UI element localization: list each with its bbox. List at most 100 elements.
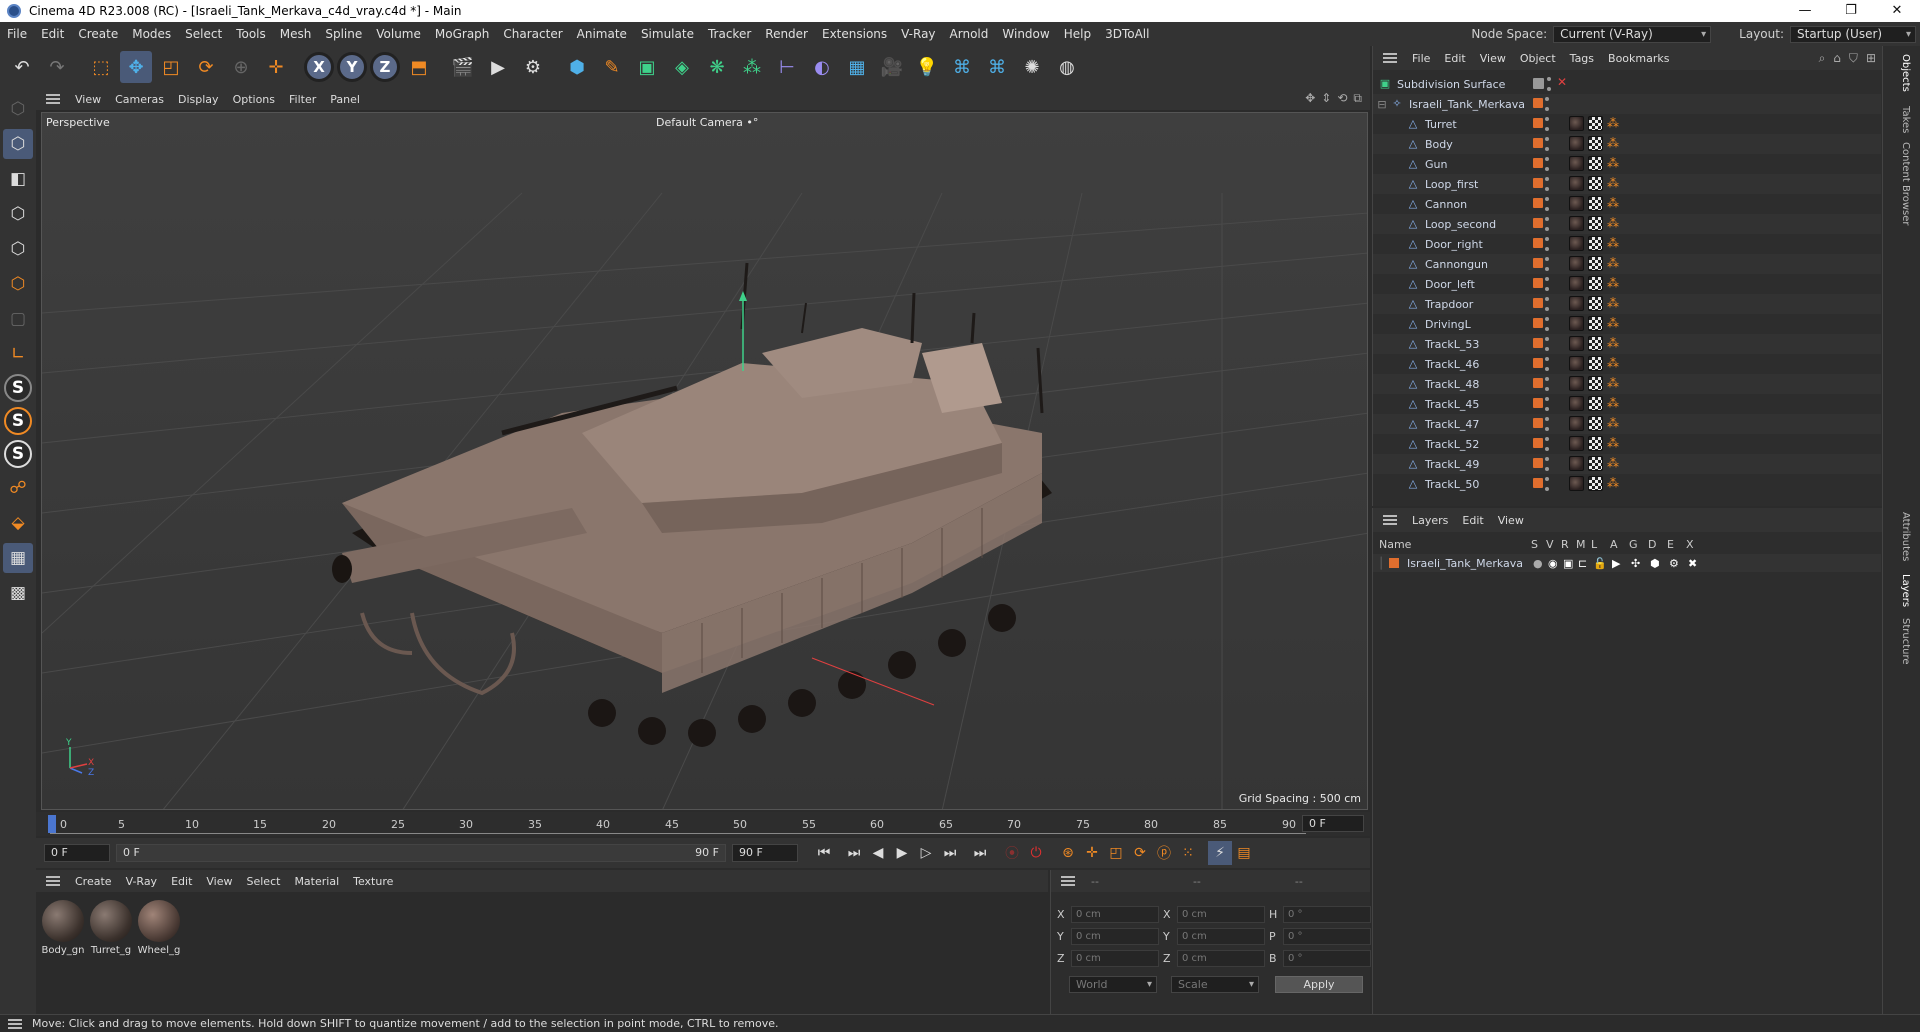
dolly-view-icon[interactable]: ⇕ <box>1321 91 1331 106</box>
end-frame-field[interactable]: 90 F <box>732 844 798 862</box>
viewport-menu-filter[interactable]: Filter <box>282 93 323 106</box>
object-row-subdivision-surface[interactable]: ▣ Subdivision Surface ✕ <box>1373 74 1881 94</box>
layer-color-icon[interactable] <box>1533 158 1543 168</box>
viewport-menu-panel[interactable]: Panel <box>323 93 367 106</box>
layer-color-icon[interactable] <box>1533 238 1543 248</box>
texture-mode-icon[interactable]: ◧ <box>3 164 33 194</box>
menu-tools[interactable]: Tools <box>229 27 273 41</box>
phong-tag-icon[interactable]: ⁂ <box>1607 196 1622 211</box>
uv-mode-icon[interactable]: ▢ <box>3 304 33 334</box>
object-row[interactable]: △ TrackL_53 ⁂ <box>1373 334 1881 354</box>
viewport-menu-options[interactable]: Options <box>226 93 282 106</box>
material-menu-material[interactable]: Material <box>287 875 346 888</box>
menu-mograph[interactable]: MoGraph <box>428 27 497 41</box>
uvw-tag-icon[interactable] <box>1588 256 1603 271</box>
objects-menu-view[interactable]: View <box>1473 52 1513 65</box>
layers-hamburger-icon[interactable] <box>1383 515 1397 525</box>
points-mode-icon[interactable]: ⬡ <box>3 199 33 229</box>
uvw-tag-icon[interactable] <box>1588 216 1603 231</box>
size-z-field[interactable]: 0 cm <box>1177 950 1265 967</box>
z-axis-lock-button[interactable]: Z <box>370 52 400 82</box>
menu-extensions[interactable]: Extensions <box>815 27 894 41</box>
object-row[interactable]: △ Turret ⁂ <box>1373 114 1881 134</box>
material-swatch[interactable]: Body_gn <box>40 900 86 956</box>
layer-expressions-icon[interactable]: ⚙ <box>1669 557 1688 570</box>
layer-color-icon[interactable] <box>1533 198 1543 208</box>
tab-content-browser[interactable]: Content Browser <box>1900 142 1911 225</box>
camera-object-icon[interactable]: 🎥 <box>876 51 908 83</box>
material-tag-icon[interactable] <box>1569 276 1584 291</box>
x-axis-lock-button[interactable]: X <box>304 52 334 82</box>
object-row[interactable]: △ TrackL_48 ⁂ <box>1373 374 1881 394</box>
layer-color-icon[interactable] <box>1389 558 1399 568</box>
material-tag-icon[interactable] <box>1569 456 1584 471</box>
uvw-tag-icon[interactable] <box>1588 336 1603 351</box>
visibility-dots-icon[interactable] <box>1545 457 1549 471</box>
layer-color-icon[interactable] <box>1533 398 1543 408</box>
material-menu-create[interactable]: Create <box>68 875 119 888</box>
uvw-tag-icon[interactable] <box>1588 356 1603 371</box>
menu-3dtoall[interactable]: 3DToAll <box>1098 27 1156 41</box>
tab-structure[interactable]: Structure <box>1900 618 1911 665</box>
polygons-mode-icon[interactable]: ⬡ <box>3 269 33 299</box>
tab-takes[interactable]: Takes <box>1900 106 1911 133</box>
phong-tag-icon[interactable]: ⁂ <box>1607 136 1622 151</box>
model-mode-icon[interactable]: ⬡ <box>3 129 33 159</box>
timeline-window-icon[interactable]: ▤ <box>1232 841 1256 865</box>
menu-edit[interactable]: Edit <box>34 27 71 41</box>
visibility-dots-icon[interactable] <box>1545 197 1549 211</box>
pan-view-icon[interactable]: ✥ <box>1305 91 1315 106</box>
material-swatch[interactable]: Wheel_g <box>136 900 182 956</box>
move-tool-icon[interactable]: ✥ <box>120 51 152 83</box>
material-tag-icon[interactable] <box>1569 196 1584 211</box>
transform-tool-icon[interactable]: ⊕ <box>225 51 257 83</box>
phong-tag-icon[interactable]: ⁂ <box>1607 256 1622 271</box>
timeline-playhead[interactable] <box>48 815 56 833</box>
status-hamburger-icon[interactable] <box>8 1018 22 1029</box>
key-parameter-icon[interactable]: ⓟ <box>1152 841 1176 865</box>
phong-tag-icon[interactable]: ⁂ <box>1607 156 1622 171</box>
phong-tag-icon[interactable]: ⁂ <box>1607 376 1622 391</box>
layer-color-icon[interactable] <box>1533 458 1543 468</box>
object-row[interactable]: △ Cannon ⁂ <box>1373 194 1881 214</box>
menu-volume[interactable]: Volume <box>369 27 428 41</box>
material-tag-icon[interactable] <box>1569 116 1584 131</box>
layer-color-icon[interactable] <box>1533 98 1543 108</box>
visibility-dots-icon[interactable] <box>1545 117 1549 131</box>
layer-visible-icon[interactable]: ◉ <box>1548 557 1563 570</box>
search-icon[interactable]: ⌕ <box>1819 51 1826 66</box>
layers-menu-edit[interactable]: Edit <box>1455 514 1490 527</box>
material-tag-icon[interactable] <box>1569 256 1584 271</box>
render-picture-viewer-icon[interactable]: ▶ <box>482 51 514 83</box>
object-row[interactable]: △ Loop_second ⁂ <box>1373 214 1881 234</box>
menu-character[interactable]: Character <box>496 27 569 41</box>
material-menu-vray[interactable]: V-Ray <box>119 875 165 888</box>
render-view-icon[interactable]: 🎬 <box>447 51 479 83</box>
layer-generators-icon[interactable]: ✣ <box>1631 557 1650 570</box>
close-button[interactable]: ✕ <box>1874 0 1920 22</box>
next-frame-icon[interactable]: ▷ <box>914 841 938 865</box>
workplane-icon[interactable]: ⬙ <box>3 508 33 538</box>
phong-tag-icon[interactable]: ⁂ <box>1607 356 1622 371</box>
layer-deformers-icon[interactable]: ⬢ <box>1650 557 1669 570</box>
snap-icon[interactable]: S <box>4 374 32 402</box>
phong-tag-icon[interactable]: ⁂ <box>1607 296 1622 311</box>
object-row[interactable]: △ TrackL_49 ⁂ <box>1373 454 1881 474</box>
phong-tag-icon[interactable]: ⁂ <box>1607 276 1622 291</box>
deformer-icon[interactable]: ⁂ <box>736 51 768 83</box>
object-row[interactable]: △ Trapdoor ⁂ <box>1373 294 1881 314</box>
objects-menu-bookmarks[interactable]: Bookmarks <box>1601 52 1676 65</box>
make-editable-icon[interactable]: ⬡ <box>3 94 33 124</box>
extrude-generator-icon[interactable]: ◈ <box>666 51 698 83</box>
motion-system-icon[interactable]: ⚡ <box>1208 841 1232 865</box>
visibility-dots-icon[interactable] <box>1545 377 1549 391</box>
redo-icon[interactable]: ↷ <box>41 51 73 83</box>
objects-menu-tags[interactable]: Tags <box>1563 52 1601 65</box>
autokeying-icon[interactable]: ⏻ <box>1024 841 1048 865</box>
render-settings-icon[interactable]: ⚙ <box>517 51 549 83</box>
node-space-dropdown[interactable]: Current (V-Ray) <box>1553 25 1712 43</box>
visibility-dots-icon[interactable] <box>1545 297 1549 311</box>
previous-key-icon[interactable]: ⏭ <box>842 841 866 865</box>
material-tag-icon[interactable] <box>1569 236 1584 251</box>
viewport-menu-cameras[interactable]: Cameras <box>108 93 171 106</box>
